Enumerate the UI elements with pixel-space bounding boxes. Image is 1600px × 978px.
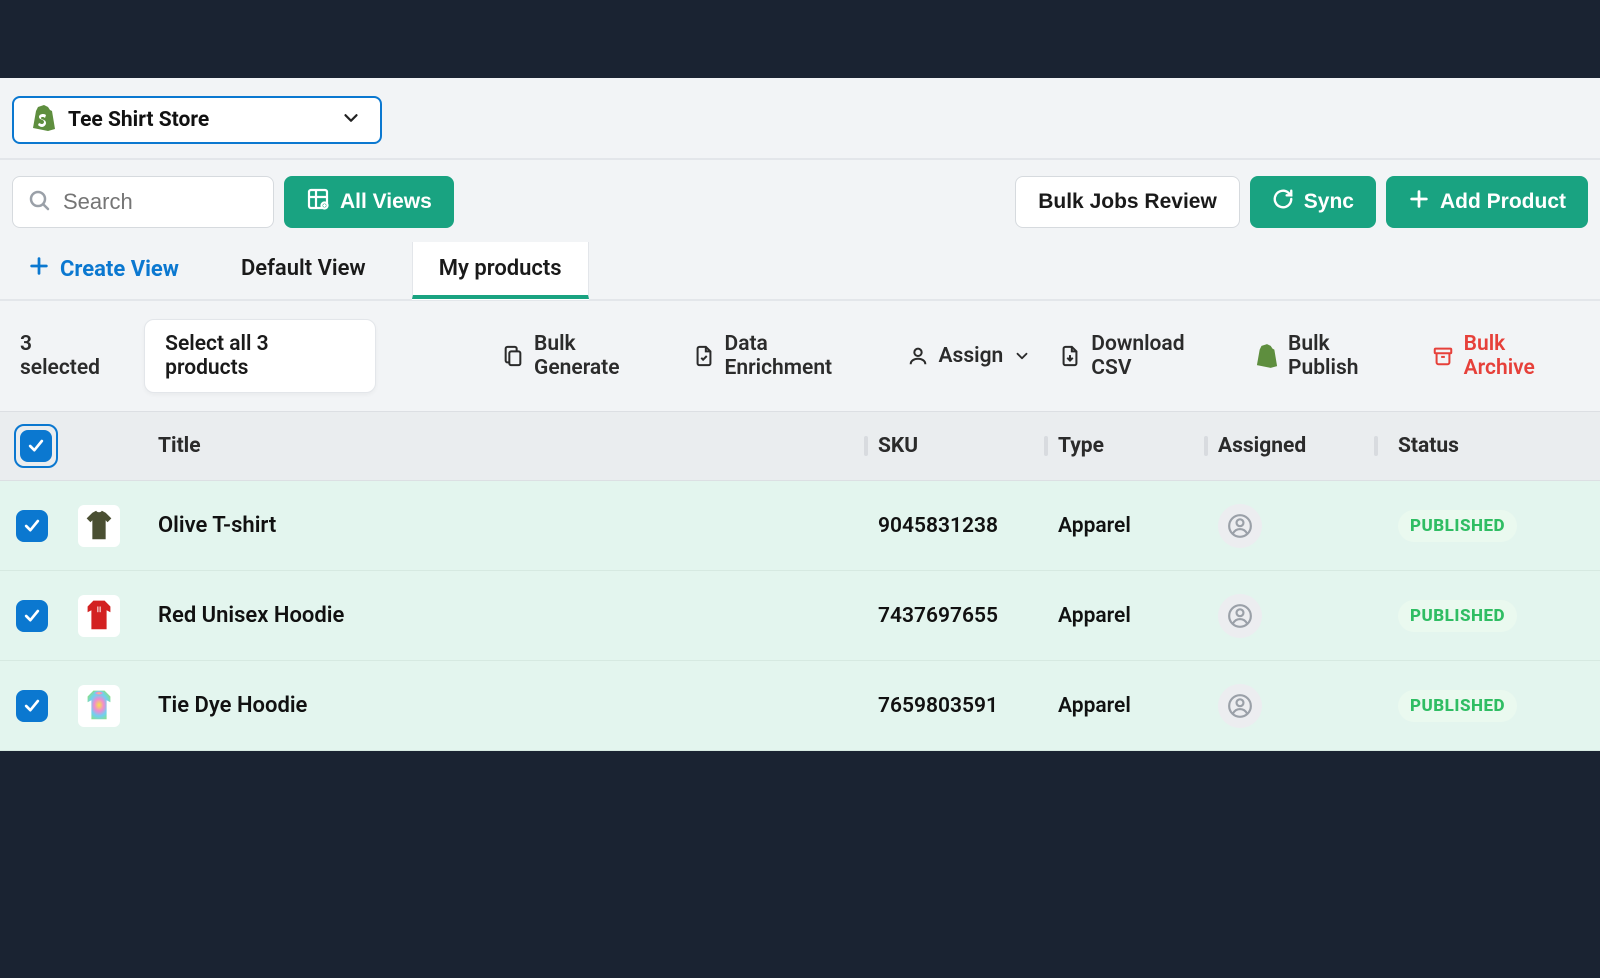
table-body: Olive T-shirt 9045831238 Apparel PUBLISH…	[0, 481, 1600, 751]
row-checkbox[interactable]	[16, 510, 48, 542]
assign-label: Assign	[939, 344, 1004, 368]
bulk-jobs-label: Bulk Jobs Review	[1038, 190, 1217, 214]
sync-button[interactable]: Sync	[1250, 176, 1376, 228]
table-header: Title SKU Type Assigned Status	[0, 411, 1600, 481]
product-title: Olive T-shirt	[158, 513, 878, 538]
bulk-archive-button[interactable]: Bulk Archive	[1432, 332, 1580, 380]
row-checkbox-cell	[8, 510, 78, 542]
data-enrichment-label: Data Enrichment	[725, 332, 879, 380]
chevron-down-icon	[340, 107, 362, 133]
status-cell: PUBLISHED	[1388, 600, 1588, 632]
selected-count: 3 selected	[20, 332, 116, 380]
select-all-label: Select all 3 products	[165, 332, 269, 380]
plus-icon	[28, 255, 50, 283]
all-views-button[interactable]: All Views	[284, 176, 454, 228]
shopify-icon	[1256, 344, 1278, 368]
product-thumbnail	[78, 595, 158, 637]
bulk-generate-label: Bulk Generate	[534, 332, 664, 380]
status-badge: PUBLISHED	[1398, 510, 1517, 542]
tab-my-products[interactable]: My products	[412, 242, 589, 299]
assign-user-button[interactable]	[1218, 504, 1262, 548]
select-all-button[interactable]: Select all 3 products	[144, 319, 376, 393]
status-cell: PUBLISHED	[1388, 690, 1588, 722]
data-enrichment-button[interactable]: Data Enrichment	[693, 332, 879, 380]
assigned-cell	[1218, 594, 1388, 638]
table-row[interactable]: Red Unisex Hoodie 7437697655 Apparel PUB…	[0, 571, 1600, 661]
table-row[interactable]: Olive T-shirt 9045831238 Apparel PUBLISH…	[0, 481, 1600, 571]
tabs: Create View Default View My products	[0, 228, 1600, 301]
download-csv-button[interactable]: Download CSV	[1059, 332, 1228, 380]
all-views-label: All Views	[340, 190, 432, 214]
assigned-cell	[1218, 684, 1388, 728]
search-box[interactable]	[12, 176, 274, 228]
views-icon	[306, 187, 330, 217]
product-thumbnail	[78, 505, 158, 547]
col-assigned: Assigned	[1218, 434, 1388, 458]
store-row: Tee Shirt Store	[0, 78, 1600, 160]
refresh-icon	[1272, 188, 1294, 216]
product-type: Apparel	[1058, 694, 1218, 718]
store-name: Tee Shirt Store	[68, 108, 209, 132]
col-status: Status	[1388, 434, 1588, 458]
assign-user-button[interactable]	[1218, 594, 1262, 638]
bulk-jobs-review-button[interactable]: Bulk Jobs Review	[1015, 176, 1240, 228]
status-cell: PUBLISHED	[1388, 510, 1588, 542]
app-panel: Tee Shirt Store All Views Bulk Jobs Revi…	[0, 78, 1600, 733]
toolbar: All Views Bulk Jobs Review Sync Add Prod…	[0, 160, 1600, 228]
table-row[interactable]: Tie Dye Hoodie 7659803591 Apparel PUBLIS…	[0, 661, 1600, 751]
product-sku: 9045831238	[878, 514, 1058, 538]
download-icon	[1059, 345, 1081, 367]
assign-user-button[interactable]	[1218, 684, 1262, 728]
product-title: Tie Dye Hoodie	[158, 693, 878, 718]
store-selector[interactable]: Tee Shirt Store	[12, 96, 382, 144]
bulk-publish-button[interactable]: Bulk Publish	[1256, 332, 1404, 380]
product-sku: 7437697655	[878, 604, 1058, 628]
product-type: Apparel	[1058, 604, 1218, 628]
bulk-archive-label: Bulk Archive	[1464, 332, 1580, 380]
select-all-checkbox[interactable]	[20, 430, 52, 462]
status-badge: PUBLISHED	[1398, 600, 1517, 632]
col-title: Title	[158, 434, 878, 458]
chevron-down-icon	[1013, 347, 1031, 365]
product-type: Apparel	[1058, 514, 1218, 538]
document-check-icon	[693, 345, 715, 367]
col-sku: SKU	[878, 434, 1058, 458]
product-sku: 7659803591	[878, 694, 1058, 718]
product-thumbnail	[78, 685, 158, 727]
tab-default-view[interactable]: Default View	[215, 242, 392, 299]
shopify-icon	[32, 105, 56, 135]
bulk-publish-label: Bulk Publish	[1288, 332, 1404, 380]
search-icon	[27, 188, 51, 216]
actions-bar: 3 selected Select all 3 products Bulk Ge…	[0, 301, 1600, 411]
bulk-generate-button[interactable]: Bulk Generate	[502, 332, 664, 380]
col-type: Type	[1058, 434, 1218, 458]
tab-label: Default View	[241, 256, 366, 281]
product-title: Red Unisex Hoodie	[158, 603, 878, 628]
user-icon	[907, 345, 929, 367]
row-checkbox[interactable]	[16, 690, 48, 722]
download-csv-label: Download CSV	[1091, 332, 1228, 380]
row-checkbox[interactable]	[16, 600, 48, 632]
plus-icon	[1408, 188, 1430, 216]
copy-icon	[502, 345, 524, 367]
status-badge: PUBLISHED	[1398, 690, 1517, 722]
assigned-cell	[1218, 504, 1388, 548]
add-product-button[interactable]: Add Product	[1386, 176, 1588, 228]
row-checkbox-cell	[8, 690, 78, 722]
sync-label: Sync	[1304, 190, 1354, 214]
tab-label: My products	[439, 256, 562, 281]
create-view-button[interactable]: Create View	[12, 245, 195, 293]
archive-icon	[1432, 345, 1454, 367]
assign-button[interactable]: Assign	[907, 344, 1032, 368]
add-product-label: Add Product	[1440, 190, 1566, 214]
create-view-label: Create View	[60, 257, 179, 282]
search-input[interactable]	[63, 189, 259, 215]
header-checkbox-cell	[8, 424, 78, 468]
row-checkbox-cell	[8, 600, 78, 632]
